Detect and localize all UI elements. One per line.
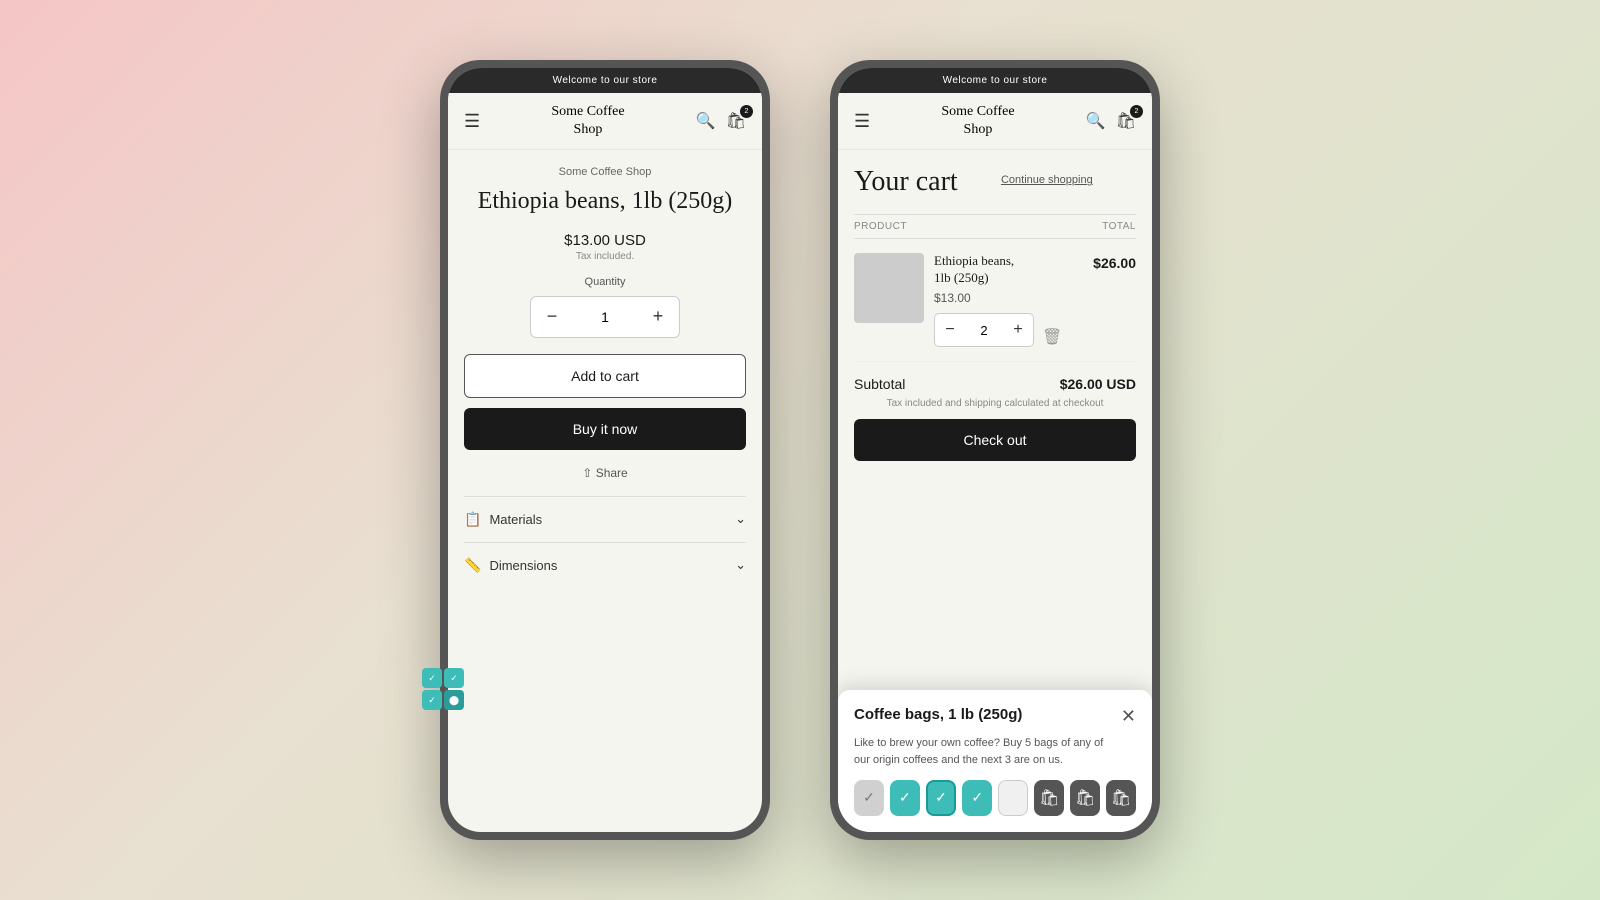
cart-item: Ethiopia beans,1lb (250g) $13.00 − 2 + 🗑… — [854, 239, 1136, 362]
table-header: PRODUCT TOTAL — [854, 214, 1136, 239]
delete-item-button[interactable]: 🗑 — [1042, 327, 1062, 347]
cart-item-name: Ethiopia beans,1lb (250g) — [934, 253, 1083, 287]
subtotal-label: Subtotal — [854, 376, 905, 392]
banner-text-1: Welcome to our store — [553, 75, 658, 86]
badge-cell-4: ⬤ — [444, 690, 464, 710]
col-product: PRODUCT — [854, 221, 907, 232]
badge-cell-1: ✓ — [422, 668, 442, 688]
cart-header: Your cart Continue shopping — [854, 166, 1136, 202]
product-content: Some Coffee Shop Ethiopia beans, 1lb (25… — [448, 150, 762, 832]
subtotal-value: $26.00 USD — [1060, 376, 1136, 392]
popup-icon-teal-3: ✓ — [962, 780, 992, 816]
accordion-dimensions-label: Dimensions — [489, 558, 557, 573]
materials-icon: 📋 — [464, 511, 481, 528]
quantity-label: Quantity — [464, 276, 746, 288]
search-icon-2[interactable]: 🔍 — [1086, 111, 1106, 131]
chevron-down-dimensions: ⌄ — [735, 557, 746, 573]
nav-logo-2: Some CoffeeShop — [870, 103, 1086, 139]
subtotal-row: Subtotal $26.00 USD — [854, 362, 1136, 398]
chevron-down-materials: ⌄ — [735, 511, 746, 527]
share-icon: ⇧ — [582, 466, 592, 480]
cart-qty-value: 2 — [965, 323, 1003, 338]
cart-qty-increase[interactable]: + — [1003, 313, 1033, 347]
popup: Coffee bags, 1 lb (250g) ✕ Like to brew … — [838, 690, 1152, 832]
banner-2: Welcome to our store — [838, 68, 1152, 93]
cart-qty-decrease[interactable]: − — [935, 313, 965, 347]
product-title: Ethiopia beans, 1lb (250g) — [464, 186, 746, 217]
menu-icon-2[interactable]: ☰ — [854, 111, 870, 132]
cart-badge-2: 2 — [1130, 105, 1143, 118]
share-button[interactable]: ⇧ Share — [464, 466, 746, 480]
tax-note-product: Tax included. — [464, 251, 746, 262]
cart-icon-1[interactable]: 🛍 2 — [726, 111, 746, 131]
cart-item-image — [854, 253, 924, 323]
accordion-left-materials: 📋 Materials — [464, 511, 542, 528]
quantity-control: − 1 + — [530, 296, 680, 338]
checkout-button[interactable]: Check out — [854, 419, 1136, 461]
add-to-cart-button[interactable]: Add to cart — [464, 354, 746, 398]
qty-decrease[interactable]: − — [531, 296, 573, 338]
phone-cart: Welcome to our store ☰ Some CoffeeShop 🔍… — [830, 60, 1160, 840]
popup-icon-bag-3: 🛍 — [1106, 780, 1136, 816]
popup-icon-empty — [998, 780, 1028, 816]
popup-title: Coffee bags, 1 lb (250g) — [854, 706, 1022, 723]
accordion-left-dimensions: 📏 Dimensions — [464, 557, 557, 574]
nav-logo-1: Some CoffeeShop — [480, 103, 696, 139]
tax-checkout-note: Tax included and shipping calculated at … — [854, 398, 1136, 409]
cart-item-total: $26.00 — [1093, 255, 1136, 271]
popup-desc: Like to brew your own coffee? Buy 5 bags… — [854, 735, 1136, 768]
accordion-dimensions[interactable]: 📏 Dimensions ⌄ — [464, 542, 746, 588]
cart-badge-1: 2 — [740, 105, 753, 118]
product-brand: Some Coffee Shop — [464, 166, 746, 178]
cart-title: Your cart — [854, 166, 958, 198]
cart-icon-2[interactable]: 🛍 2 — [1116, 111, 1136, 131]
accordion-materials[interactable]: 📋 Materials ⌄ — [464, 496, 746, 542]
search-icon-1[interactable]: 🔍 — [696, 111, 716, 131]
popup-icon-gray-1: ✓ — [854, 780, 884, 816]
qty-value: 1 — [573, 309, 637, 325]
popup-close-button[interactable]: ✕ — [1121, 706, 1136, 727]
banner-text-2: Welcome to our store — [943, 75, 1048, 86]
dimensions-icon: 📏 — [464, 557, 481, 574]
buy-now-button[interactable]: Buy it now — [464, 408, 746, 450]
cart-item-unit-price: $13.00 — [934, 291, 1083, 305]
cart-qty-control: − 2 + — [934, 313, 1034, 347]
product-price: $13.00 USD — [464, 232, 746, 249]
popup-icon-bag-1: 🛍 — [1034, 780, 1064, 816]
popup-icon-teal-2: ✓ — [926, 780, 957, 816]
cart-item-info: Ethiopia beans,1lb (250g) $13.00 − 2 + 🗑 — [934, 253, 1083, 347]
popup-icons: ✓ ✓ ✓ ✓ 🛍 🛍 🛍 — [854, 780, 1136, 816]
popup-icon-teal-1: ✓ — [890, 780, 920, 816]
nav-2: ☰ Some CoffeeShop 🔍 🛍 2 — [838, 93, 1152, 150]
nav-icons-1: 🔍 🛍 2 — [696, 111, 746, 131]
nav-icons-2: 🔍 🛍 2 — [1086, 111, 1136, 131]
accordion-materials-label: Materials — [489, 512, 542, 527]
phone-product: Welcome to our store ☰ Some CoffeeShop 🔍… — [440, 60, 770, 840]
badge-cell-2: ✓ — [444, 668, 464, 688]
badge-cell-3: ✓ — [422, 690, 442, 710]
popup-header: Coffee bags, 1 lb (250g) ✕ — [854, 706, 1136, 727]
share-label: Share — [596, 466, 628, 480]
banner-1: Welcome to our store — [448, 68, 762, 93]
nav-1: ☰ Some CoffeeShop 🔍 🛍 2 — [448, 93, 762, 150]
continue-shopping-link[interactable]: Continue shopping — [1001, 174, 1093, 186]
menu-icon-1[interactable]: ☰ — [464, 111, 480, 132]
col-total: TOTAL — [1102, 221, 1136, 232]
popup-icon-bag-2: 🛍 — [1070, 780, 1100, 816]
qty-increase[interactable]: + — [637, 296, 679, 338]
icon-badge: ✓ ✓ ✓ ⬤ — [422, 668, 464, 710]
